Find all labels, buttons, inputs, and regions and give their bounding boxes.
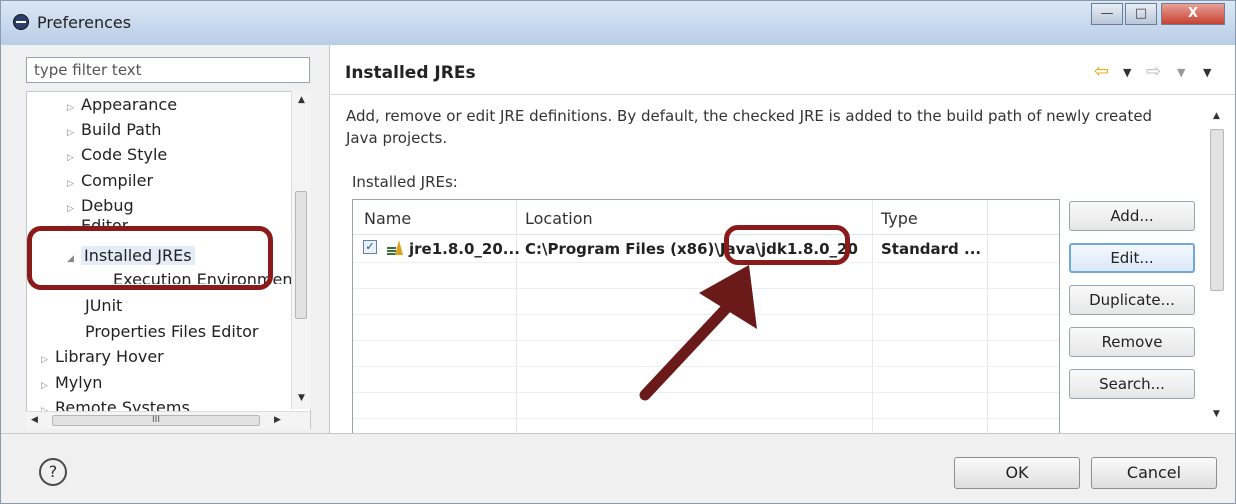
scroll-left-icon[interactable]: ◀ bbox=[31, 415, 38, 425]
expand-arrow-icon[interactable]: ▷ bbox=[67, 128, 81, 138]
column-header-location[interactable]: Location bbox=[525, 209, 593, 228]
tree-item-mylyn[interactable]: ▷ Mylyn bbox=[41, 373, 102, 392]
column-header-name[interactable]: Name bbox=[364, 209, 411, 228]
forward-arrow-icon[interactable]: ⇨ bbox=[1146, 61, 1161, 82]
jre-library-icon bbox=[387, 240, 403, 255]
tree-item-label: Debug bbox=[81, 196, 134, 215]
title-bar: Preferences — □ X bbox=[1, 1, 1235, 45]
tree-item-library-hover[interactable]: ▷ Library Hover bbox=[41, 347, 164, 366]
jre-checkbox[interactable]: ✓ bbox=[363, 240, 377, 254]
expand-arrow-icon[interactable]: ▷ bbox=[41, 381, 55, 391]
expand-arrow-icon[interactable]: ▷ bbox=[67, 179, 81, 189]
expand-arrow-icon[interactable]: ▷ bbox=[67, 204, 81, 214]
add-button[interactable]: Add... bbox=[1069, 201, 1195, 231]
back-menu-icon[interactable]: ▼ bbox=[1123, 66, 1131, 79]
scroll-up-icon[interactable]: ▲ bbox=[298, 95, 305, 105]
tree-item-properties-files-editor[interactable]: Properties Files Editor bbox=[85, 322, 259, 341]
page-scroll-down-icon[interactable]: ▼ bbox=[1213, 409, 1220, 419]
tree-item-build-path[interactable]: ▷ Build Path bbox=[67, 120, 161, 139]
page-scroll-thumb[interactable] bbox=[1210, 129, 1224, 291]
ok-button[interactable]: OK bbox=[954, 457, 1080, 489]
maximize-button[interactable]: □ bbox=[1125, 3, 1157, 25]
tree-item-compiler[interactable]: ▷ Compiler bbox=[67, 171, 153, 190]
remove-button[interactable]: Remove bbox=[1069, 327, 1195, 357]
close-button[interactable]: X bbox=[1161, 3, 1225, 25]
back-arrow-icon[interactable]: ⇦ bbox=[1094, 61, 1109, 82]
tree-item-label: Mylyn bbox=[55, 373, 103, 392]
tree-hscroll-thumb[interactable]: III bbox=[52, 415, 260, 426]
tree-vertical-scrollbar[interactable]: ▲ ▼ bbox=[291, 91, 311, 409]
jre-name-cell: jre1.8.0_20... bbox=[409, 240, 520, 258]
tree-item-label: Build Path bbox=[81, 120, 162, 139]
installed-jres-label: Installed JREs: bbox=[352, 173, 458, 191]
preferences-window: Preferences — □ X type filter text ▷ Appe… bbox=[0, 0, 1236, 504]
tree-item-label: JUnit bbox=[85, 296, 123, 315]
tree-item-editor[interactable]: ▷Editor bbox=[67, 216, 128, 226]
eclipse-icon bbox=[13, 14, 29, 30]
help-icon[interactable]: ? bbox=[39, 458, 67, 486]
tree-item-label: Appearance bbox=[81, 95, 178, 114]
tree-item-label: Editor bbox=[81, 216, 129, 226]
annotation-arrow-icon bbox=[639, 265, 757, 401]
expand-arrow-icon[interactable]: ▷ bbox=[41, 355, 55, 365]
table-header: Name Location Type bbox=[353, 200, 1059, 235]
page-description: Add, remove or edit JRE definitions. By … bbox=[346, 107, 1153, 147]
tree-item-junit[interactable]: JUnit bbox=[85, 296, 122, 315]
forward-menu-icon[interactable]: ▼ bbox=[1177, 66, 1185, 79]
tree-item-debug[interactable]: ▷ Debug bbox=[67, 196, 134, 215]
expand-arrow-icon[interactable]: ▷ bbox=[67, 153, 81, 163]
search-button[interactable]: Search... bbox=[1069, 369, 1195, 399]
tree-item-label: Code Style bbox=[81, 145, 168, 164]
tree-item-label: Compiler bbox=[81, 171, 154, 190]
view-menu-icon[interactable]: ▼ bbox=[1203, 66, 1211, 79]
annotation-highlight-installed-jres bbox=[27, 226, 273, 290]
tree-item-label: Library Hover bbox=[55, 347, 164, 366]
edit-button[interactable]: Edit... bbox=[1069, 243, 1195, 273]
expand-arrow-icon[interactable]: ▷ bbox=[67, 103, 81, 113]
cancel-button[interactable]: Cancel bbox=[1091, 457, 1217, 489]
minimize-button[interactable]: — bbox=[1091, 3, 1123, 25]
window-title: Preferences bbox=[37, 13, 132, 32]
column-header-type[interactable]: Type bbox=[881, 209, 918, 228]
jre-type-cell: Standard ... bbox=[881, 240, 982, 258]
tree-horizontal-scrollbar[interactable]: ◀ III ▶ bbox=[26, 411, 310, 429]
filter-input[interactable]: type filter text bbox=[26, 57, 310, 83]
page-scroll-up-icon[interactable]: ▲ bbox=[1213, 111, 1220, 121]
tree-item-label: Properties Files Editor bbox=[85, 322, 259, 341]
tree-item-appearance[interactable]: ▷ Appearance bbox=[67, 95, 177, 114]
scroll-right-icon[interactable]: ▶ bbox=[274, 415, 281, 425]
duplicate-button[interactable]: Duplicate... bbox=[1069, 285, 1195, 315]
tree-item-code-style[interactable]: ▷ Code Style bbox=[67, 145, 167, 164]
scroll-down-icon[interactable]: ▼ bbox=[298, 393, 305, 403]
page-title: Installed JREs bbox=[345, 63, 476, 83]
tree-scroll-thumb[interactable] bbox=[295, 191, 307, 319]
